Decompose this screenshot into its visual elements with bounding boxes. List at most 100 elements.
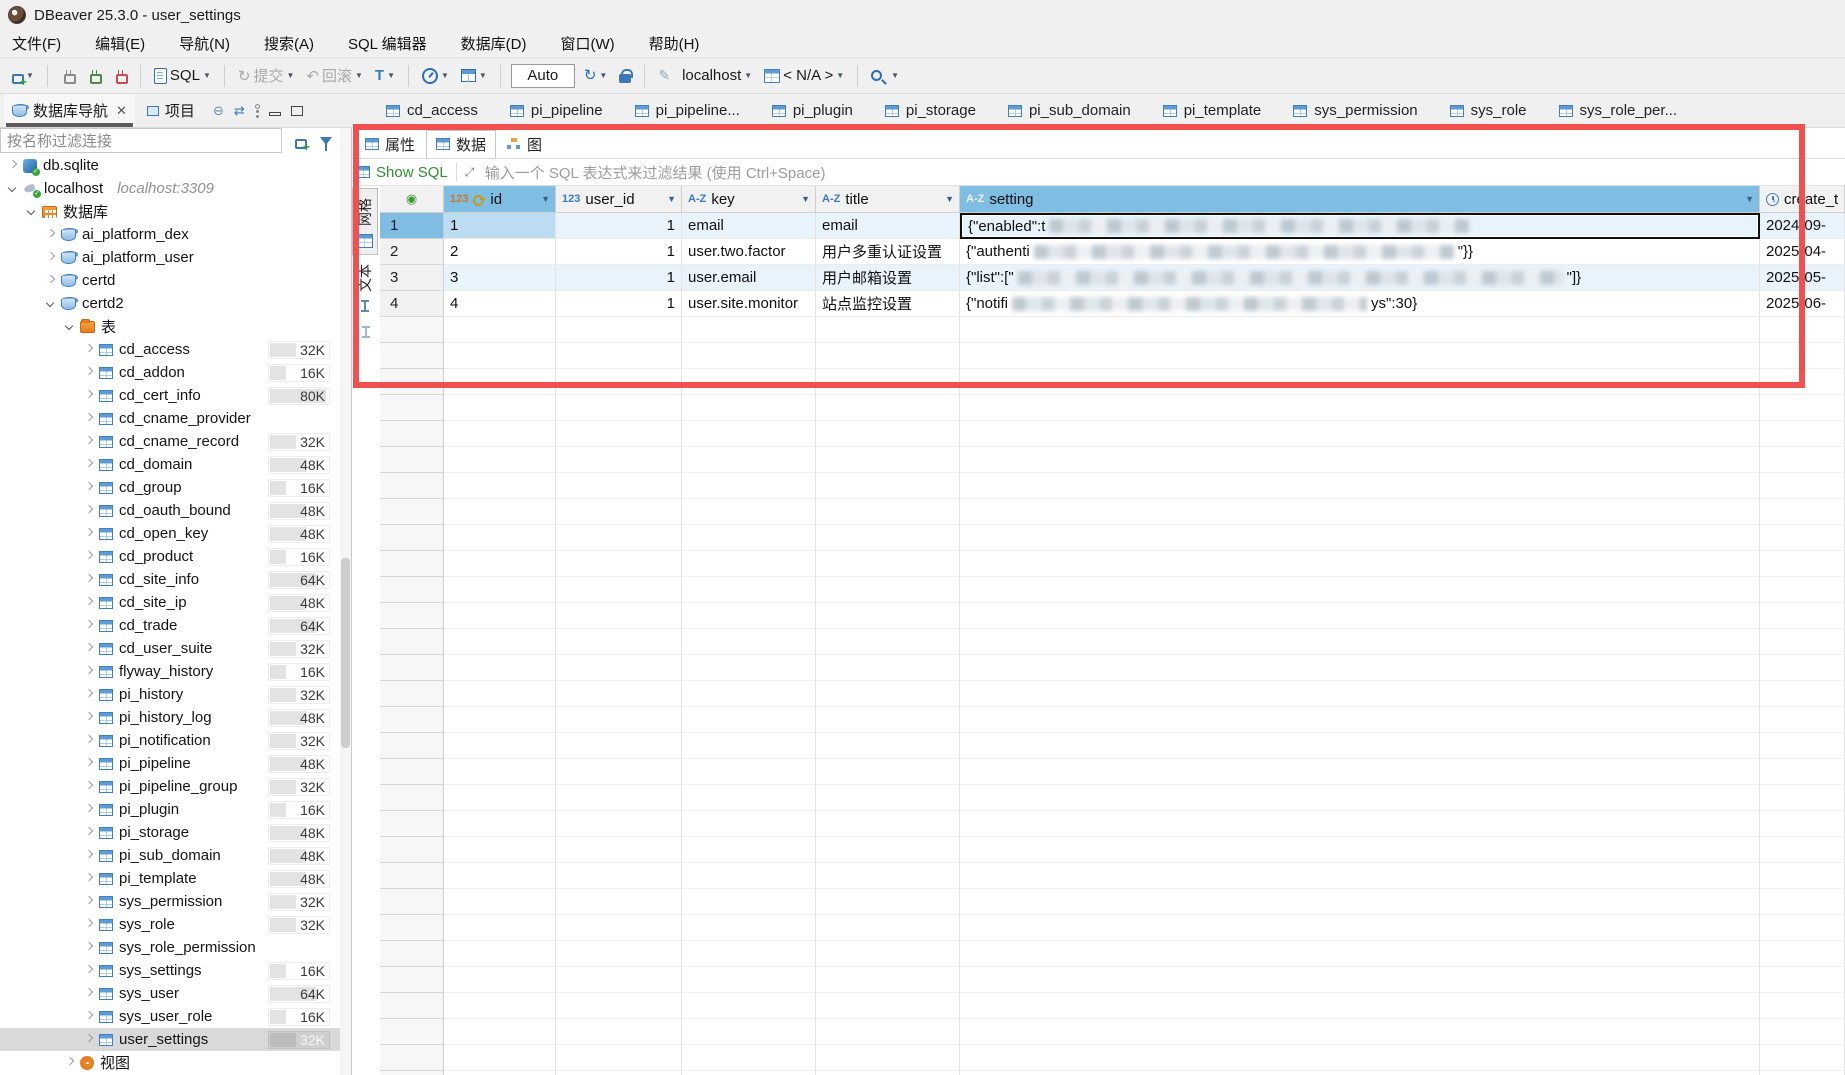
editor-tab[interactable]: pi_sub_domain — [998, 94, 1153, 127]
tree-item-cd_cert_info[interactable]: cd_cert_info80K — [0, 384, 340, 407]
expander-icon[interactable] — [46, 276, 55, 285]
lock-button[interactable] — [616, 66, 634, 85]
grid-row-1[interactable]: 111emailemail{"enabled":t2024-09- — [380, 213, 1845, 239]
show-sql-button[interactable]: Show SQL — [356, 164, 448, 181]
column-dropdown-icon[interactable]: ▼ — [541, 194, 550, 204]
schema-compare-button[interactable]: ▼ — [458, 67, 490, 84]
tree-item-cd_group[interactable]: cd_group16K — [0, 476, 340, 499]
reconnect-button[interactable] — [84, 67, 104, 85]
expander-icon[interactable] — [84, 575, 93, 584]
expander-icon[interactable] — [84, 920, 93, 929]
minimize-icon[interactable] — [269, 112, 281, 116]
expander-icon[interactable] — [46, 230, 55, 239]
grid-cell[interactable]: 站点监控设置 — [816, 291, 960, 317]
tree-item-sys_user_role[interactable]: sys_user_role16K — [0, 1005, 340, 1028]
tree-item-pi_template[interactable]: pi_template48K — [0, 867, 340, 890]
expander-icon[interactable] — [46, 253, 55, 262]
setting-cell[interactable]: {"authenti"}} — [960, 239, 1760, 265]
disconnect-button[interactable] — [110, 67, 130, 85]
expander-icon[interactable] — [84, 460, 93, 469]
expand-filter-icon[interactable]: ⤢ — [465, 166, 477, 178]
expander-icon[interactable] — [84, 736, 93, 745]
grid-row-2[interactable]: 221user.two.factor用户多重认证设置{"authenti"}}2… — [380, 239, 1845, 265]
presentation-grid-tab[interactable]: 网格 — [352, 188, 378, 255]
close-icon[interactable]: ✕ — [116, 103, 127, 119]
tree-item-pi_notification[interactable]: pi_notification32K — [0, 729, 340, 752]
editor-tab[interactable]: cd_access — [376, 94, 500, 127]
grid-cell[interactable]: 2025-05- — [1760, 265, 1845, 291]
tree-item-cd_access[interactable]: cd_access32K — [0, 338, 340, 361]
menu-item[interactable]: 导航(N) — [179, 33, 230, 54]
tree-item-flyway_history[interactable]: flyway_history16K — [0, 660, 340, 683]
tree-item-sys_user[interactable]: sys_user64K — [0, 982, 340, 1005]
tree-item-pi_pipeline_group[interactable]: pi_pipeline_group32K — [0, 775, 340, 798]
expander-icon[interactable] — [84, 690, 93, 699]
scrollbar-thumb[interactable] — [341, 558, 350, 748]
editor-tab[interactable]: sys_role — [1440, 94, 1549, 127]
setting-cell[interactable]: {"notifiys":30} — [960, 291, 1760, 317]
expander-icon[interactable] — [84, 805, 93, 814]
expander-icon[interactable] — [84, 644, 93, 653]
grid-cell[interactable]: 1 — [556, 239, 682, 265]
row-number[interactable]: 3 — [380, 265, 444, 291]
menu-item[interactable]: 编辑(E) — [95, 33, 145, 54]
menu-item[interactable]: 文件(F) — [12, 33, 61, 54]
menu-item[interactable]: 搜索(A) — [264, 33, 314, 54]
column-dropdown-icon[interactable]: ▼ — [945, 194, 954, 204]
tree-item-视图[interactable]: 视图 — [0, 1051, 340, 1074]
expander-icon[interactable] — [84, 851, 93, 860]
grid-cell[interactable]: 用户邮箱设置 — [816, 265, 960, 291]
expander-icon[interactable] — [8, 184, 17, 193]
tree-item-certd[interactable]: certd — [0, 269, 340, 292]
editor-tab[interactable]: pi_pipeline... — [625, 94, 762, 127]
expander-icon[interactable] — [84, 828, 93, 837]
grid-cell[interactable]: 2025-06- — [1760, 291, 1845, 317]
record-mode-icon[interactable] — [361, 326, 371, 338]
sql-editor-button[interactable]: SQL ▼ — [151, 65, 214, 86]
tree-item-sys_settings[interactable]: sys_settings16K — [0, 959, 340, 982]
editor-tab[interactable]: sys_role_per... — [1549, 94, 1700, 127]
setting-cell[interactable]: {"list":[""]} — [960, 265, 1760, 291]
tree-item-pi_sub_domain[interactable]: pi_sub_domain48K — [0, 844, 340, 867]
sql-filter-input[interactable]: 输入一个 SQL 表达式来过滤结果 (使用 Ctrl+Space) — [485, 162, 826, 183]
menu-item[interactable]: 窗口(W) — [560, 33, 614, 54]
transaction-log-button[interactable]: T ▼ — [372, 65, 398, 86]
grid-cell[interactable]: user.email — [682, 265, 816, 291]
sync-arrows-icon[interactable]: ⇄ — [234, 103, 245, 119]
tree-item-cd_cname_record[interactable]: cd_cname_record32K — [0, 430, 340, 453]
expander-icon[interactable] — [65, 1058, 74, 1067]
tree-item-cd_site_ip[interactable]: cd_site_ip48K — [0, 591, 340, 614]
tab-properties[interactable]: 属性 — [356, 131, 424, 158]
new-connection-button[interactable]: ▼ — [6, 67, 37, 85]
editor-tab[interactable]: pi_storage — [875, 94, 998, 127]
view-menu-icon[interactable] — [255, 104, 259, 118]
tree-item-数据库[interactable]: 数据库 — [0, 200, 340, 223]
tree-item-sys_permission[interactable]: sys_permission32K — [0, 890, 340, 913]
tab-projects[interactable]: 项目 — [139, 94, 203, 127]
grid-cell[interactable]: 用户多重认证设置 — [816, 239, 960, 265]
column-header-key[interactable]: A-Zkey▼ — [682, 186, 816, 213]
grid-cell[interactable]: 2024-09- — [1760, 213, 1845, 239]
column-dropdown-icon[interactable]: ▼ — [1745, 194, 1754, 204]
editor-tab[interactable]: pi_template — [1153, 94, 1284, 127]
connection-filter-input[interactable]: 按名称过滤连接 — [0, 128, 282, 153]
row-number[interactable]: 1 — [380, 213, 444, 239]
tree-item-表[interactable]: 表 — [0, 315, 340, 338]
search-button[interactable]: ▼ — [868, 68, 902, 83]
expander-icon[interactable] — [84, 897, 93, 906]
maximize-icon[interactable] — [291, 106, 303, 116]
expander-icon[interactable] — [84, 483, 93, 492]
connect-button[interactable] — [58, 67, 78, 85]
tree-item-user_settings[interactable]: user_settings32K — [0, 1028, 340, 1051]
grid-cell[interactable]: email — [682, 213, 816, 239]
expander-icon[interactable] — [84, 621, 93, 630]
tree-item-cd_product[interactable]: cd_product16K — [0, 545, 340, 568]
expander-icon[interactable] — [84, 759, 93, 768]
expander-icon[interactable] — [84, 943, 93, 952]
row-header-corner[interactable]: ◉ — [380, 186, 444, 213]
tab-database-navigator[interactable]: 数据库导航 ✕ — [4, 94, 135, 127]
tree-item-pi_plugin[interactable]: pi_plugin16K — [0, 798, 340, 821]
grid-cell[interactable]: 1 — [444, 213, 556, 239]
menu-item[interactable]: 帮助(H) — [649, 33, 700, 54]
grid-cell[interactable]: 1 — [556, 291, 682, 317]
